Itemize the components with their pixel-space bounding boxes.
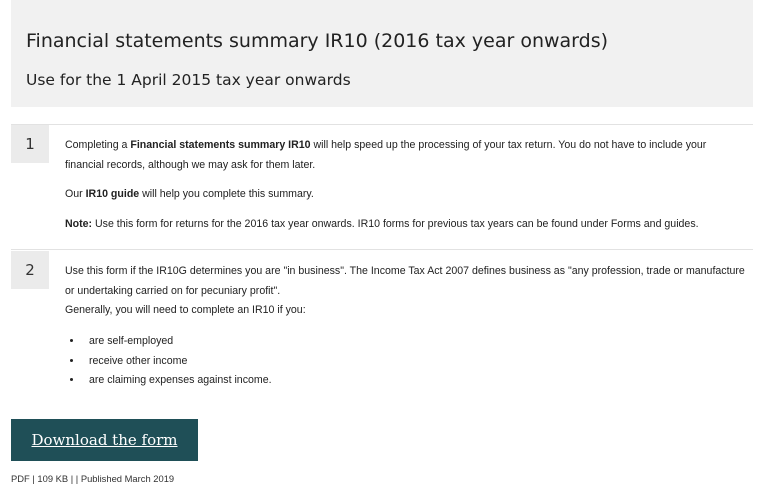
step-1-guide: Our IR10 guide will help you complete th… [65, 184, 745, 204]
step-1-intro: Completing a Financial statements summar… [65, 135, 745, 175]
page-title: Financial statements summary IR10 (2016 … [26, 30, 609, 52]
download-form-button[interactable]: Download the form [11, 419, 198, 461]
step-2-divider [11, 249, 753, 250]
step-1-intro-text-a: Completing a [65, 139, 131, 151]
ir10-guide-link[interactable]: IR10 guide [86, 188, 140, 200]
page-header: Financial statements summary IR10 (2016 … [11, 0, 753, 107]
list-item: receive other income [83, 352, 272, 372]
list-item: are self-employed [83, 332, 272, 352]
step-1-number: 1 [11, 125, 49, 163]
step-1-note: Note: Use this form for returns for the … [65, 214, 745, 234]
step-1-intro-bold: Financial statements summary IR10 [130, 139, 311, 151]
note-text: Use this form for returns for the 2016 t… [92, 218, 699, 230]
step-2-lead: Generally, you will need to complete an … [65, 304, 306, 316]
list-item: are claiming expenses against income. [83, 371, 272, 391]
step-2-number: 2 [11, 251, 49, 289]
page-subtitle: Use for the 1 April 2015 tax year onward… [26, 71, 351, 89]
note-label: Note: [65, 218, 93, 230]
step-2-definition: Use this form if the IR10G determines yo… [65, 265, 745, 297]
step-1-guide-text-b: will help you complete this summary. [139, 188, 314, 200]
step-1-guide-text-a: Our [65, 188, 86, 200]
file-meta: PDF | 109 KB | | Published March 2019 [11, 473, 175, 484]
conditions-list: are self-employed receive other income a… [65, 332, 272, 391]
step-1-divider [11, 124, 753, 125]
